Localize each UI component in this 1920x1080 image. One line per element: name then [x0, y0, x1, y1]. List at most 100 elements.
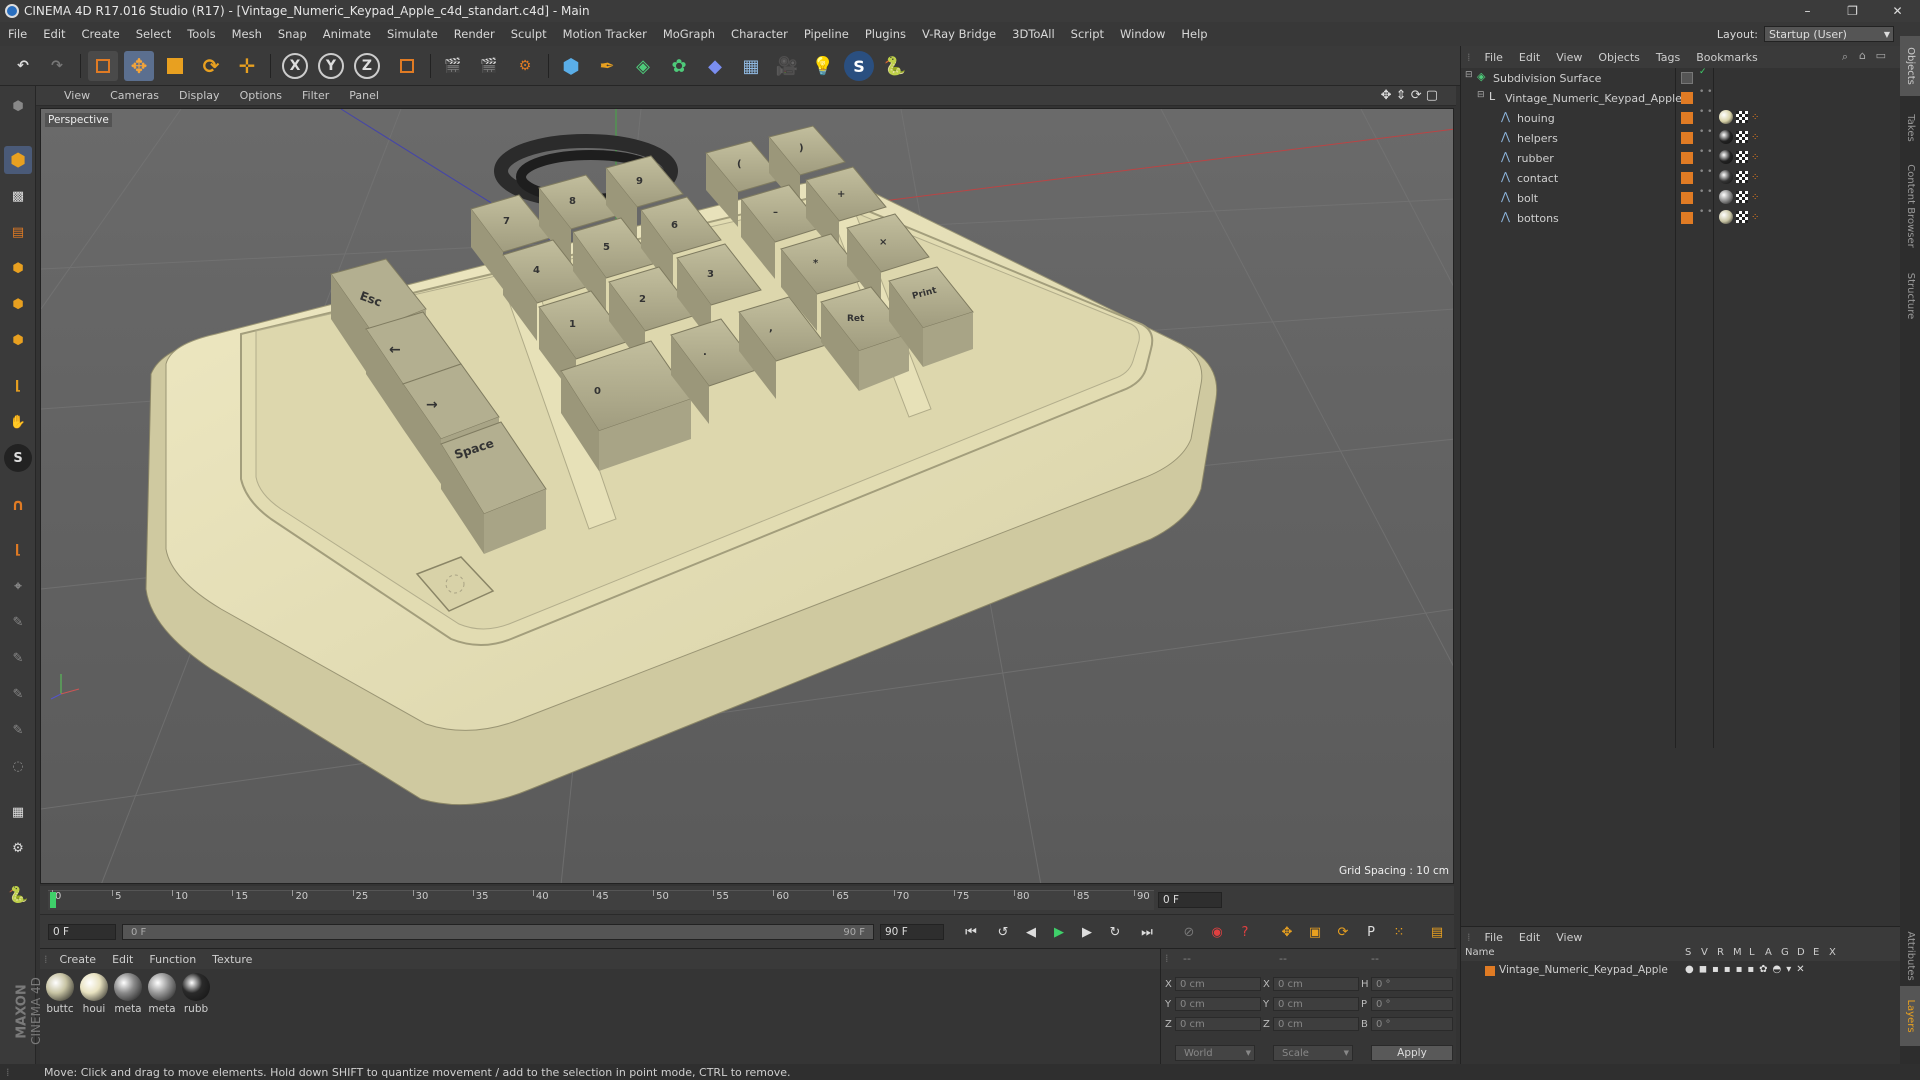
visibility-dots-icon[interactable]: ✓: [1699, 68, 1707, 77]
snap-button[interactable]: S: [4, 444, 32, 472]
object-name[interactable]: contact: [1517, 172, 1558, 185]
go-to-start-button[interactable]: ⏮: [960, 921, 982, 943]
objects-menu-view[interactable]: View: [1548, 51, 1590, 64]
physics-button[interactable]: ⚙: [4, 834, 32, 862]
menu-window[interactable]: Window: [1112, 27, 1173, 41]
workplane-mode-button[interactable]: ▤: [4, 218, 32, 246]
tab-content-browser[interactable]: Content Browser: [1900, 156, 1920, 256]
layer-color-swatch[interactable]: [1681, 212, 1693, 224]
points-mode-button[interactable]: ⬢: [4, 254, 32, 282]
viewport-menu-filter[interactable]: Filter: [292, 89, 339, 102]
z-axis-lock[interactable]: Z: [354, 53, 380, 79]
transform-tool[interactable]: ✛: [232, 51, 262, 81]
move-tool[interactable]: ✥: [124, 51, 154, 81]
material-tag-icons[interactable]: ⁘: [1719, 210, 1759, 224]
menu-mograph[interactable]: MoGraph: [655, 27, 723, 41]
objects-menu-bookmarks[interactable]: Bookmarks: [1688, 51, 1765, 64]
object-name[interactable]: Vintage_Numeric_Keypad_Apple: [1505, 92, 1682, 105]
layer-color-swatch[interactable]: [1681, 112, 1693, 124]
sculpt-button[interactable]: ✎: [4, 680, 32, 708]
object-name[interactable]: bolt: [1517, 192, 1538, 205]
menu-script[interactable]: Script: [1063, 27, 1112, 41]
menu-help[interactable]: Help: [1173, 27, 1215, 41]
viewport-menu-panel[interactable]: Panel: [339, 89, 389, 102]
material-tag-icons[interactable]: ⁘: [1719, 130, 1759, 144]
layer-column-header[interactable]: M: [1733, 947, 1742, 958]
menu-render[interactable]: Render: [446, 27, 503, 41]
material-menu-texture[interactable]: Texture: [204, 953, 260, 966]
layer-column-header[interactable]: G: [1781, 947, 1789, 958]
object-name[interactable]: rubber: [1517, 152, 1554, 165]
material-thumbnail[interactable]: [182, 973, 210, 1001]
menu-sculpt[interactable]: Sculpt: [503, 27, 555, 41]
python-script-button[interactable]: 🐍: [4, 880, 32, 908]
scale-tool[interactable]: [160, 51, 190, 81]
material-label[interactable]: houi: [79, 1003, 109, 1015]
visibility-dots-icon[interactable]: • •: [1699, 208, 1712, 217]
object-tree-row[interactable]: ⋀ bottons • • ⁘: [1461, 208, 1901, 228]
menu-mesh[interactable]: Mesh: [224, 27, 270, 41]
layer-column-header[interactable]: X: [1829, 947, 1836, 958]
key-point-level-button[interactable]: ⁙: [1388, 921, 1410, 943]
redo-button[interactable]: ↷: [42, 51, 72, 81]
texture-mode-button[interactable]: ▩: [4, 182, 32, 210]
edges-mode-button[interactable]: ⬢: [4, 290, 32, 318]
menu-animate[interactable]: Animate: [315, 27, 379, 41]
camera-button[interactable]: 🎥: [772, 51, 802, 81]
object-tree-row[interactable]: ⋀ rubber • • ⁘: [1461, 148, 1901, 168]
layers-menu-view[interactable]: View: [1548, 931, 1590, 944]
menu-vray-bridge[interactable]: V-Ray Bridge: [914, 27, 1004, 41]
menu-plugins[interactable]: Plugins: [857, 27, 914, 41]
rotate-tool[interactable]: ⟳: [196, 51, 226, 81]
layers-menu-file[interactable]: File: [1477, 931, 1511, 944]
menu-motion-tracker[interactable]: Motion Tracker: [555, 27, 655, 41]
preview-range-slider[interactable]: 0 F 90 F: [122, 924, 874, 940]
material-thumbnail[interactable]: [148, 973, 176, 1001]
material-tag-icons[interactable]: ⁘: [1719, 150, 1759, 164]
visibility-dots-icon[interactable]: • •: [1699, 148, 1712, 157]
layer-color-swatch[interactable]: [1681, 152, 1693, 164]
render-settings-button[interactable]: ⚙: [510, 51, 540, 81]
object-name[interactable]: bottons: [1517, 212, 1559, 225]
coordinate-space-select[interactable]: World ▼: [1175, 1045, 1255, 1061]
menu-pipeline[interactable]: Pipeline: [796, 27, 857, 41]
material-tag-icons[interactable]: ⁘: [1719, 110, 1759, 124]
object-tree-row[interactable]: ⋀ houing • • ⁘: [1461, 108, 1901, 128]
object-tree-row[interactable]: ⊟ L Vintage_Numeric_Keypad_Apple • •: [1461, 88, 1901, 108]
key-rotation-button[interactable]: ⟳: [1332, 921, 1354, 943]
pen-spline-button[interactable]: ✒: [592, 51, 622, 81]
layout-select[interactable]: Startup (User) ▼: [1764, 26, 1894, 42]
previous-frame-button[interactable]: ◀: [1020, 921, 1042, 943]
quantize-button[interactable]: ⌖: [4, 572, 32, 600]
polygons-mode-button[interactable]: ⬢: [4, 326, 32, 354]
tab-structure[interactable]: Structure: [1900, 266, 1920, 326]
make-editable-button[interactable]: ⬢: [4, 92, 32, 120]
menu-edit[interactable]: Edit: [35, 27, 73, 41]
y-axis-lock[interactable]: Y: [318, 53, 344, 79]
coord-y-position[interactable]: 0 cm: [1175, 997, 1261, 1011]
material-menu-function[interactable]: Function: [141, 953, 204, 966]
object-name[interactable]: Subdivision Surface: [1493, 72, 1601, 85]
visibility-dots-icon[interactable]: • •: [1699, 128, 1712, 137]
layer-column-header[interactable]: V: [1701, 947, 1708, 958]
start-frame-field[interactable]: 0 F: [48, 924, 116, 940]
layer-column-header[interactable]: A: [1765, 947, 1772, 958]
layer-column-header[interactable]: L: [1749, 947, 1755, 958]
coordinate-system-button[interactable]: [392, 51, 422, 81]
material-tag-icons[interactable]: ⁘: [1719, 170, 1759, 184]
layer-column-header[interactable]: E: [1813, 947, 1819, 958]
magnet-button[interactable]: ∩: [4, 490, 32, 518]
visibility-dots-icon[interactable]: • •: [1699, 88, 1712, 97]
cube-object-button[interactable]: ⬢: [556, 51, 586, 81]
subdivision-surface-button[interactable]: ◈: [628, 51, 658, 81]
layer-row[interactable]: Vintage_Numeric_Keypad_Apple ●◼▪▪▪▪✿◓▾✕: [1461, 963, 1901, 979]
layer-color-swatch[interactable]: [1681, 132, 1693, 144]
objects-menu-objects[interactable]: Objects: [1590, 51, 1648, 64]
menu-select[interactable]: Select: [128, 27, 179, 41]
expand-toggle-icon[interactable]: ⊟: [1477, 90, 1485, 100]
workplane-button[interactable]: ⌊: [4, 536, 32, 564]
expand-toggle-icon[interactable]: ⊟: [1465, 70, 1473, 80]
viewport-menu-cameras[interactable]: Cameras: [100, 89, 169, 102]
tab-takes[interactable]: Takes: [1900, 98, 1920, 158]
lasso-button[interactable]: ◌: [4, 752, 32, 780]
